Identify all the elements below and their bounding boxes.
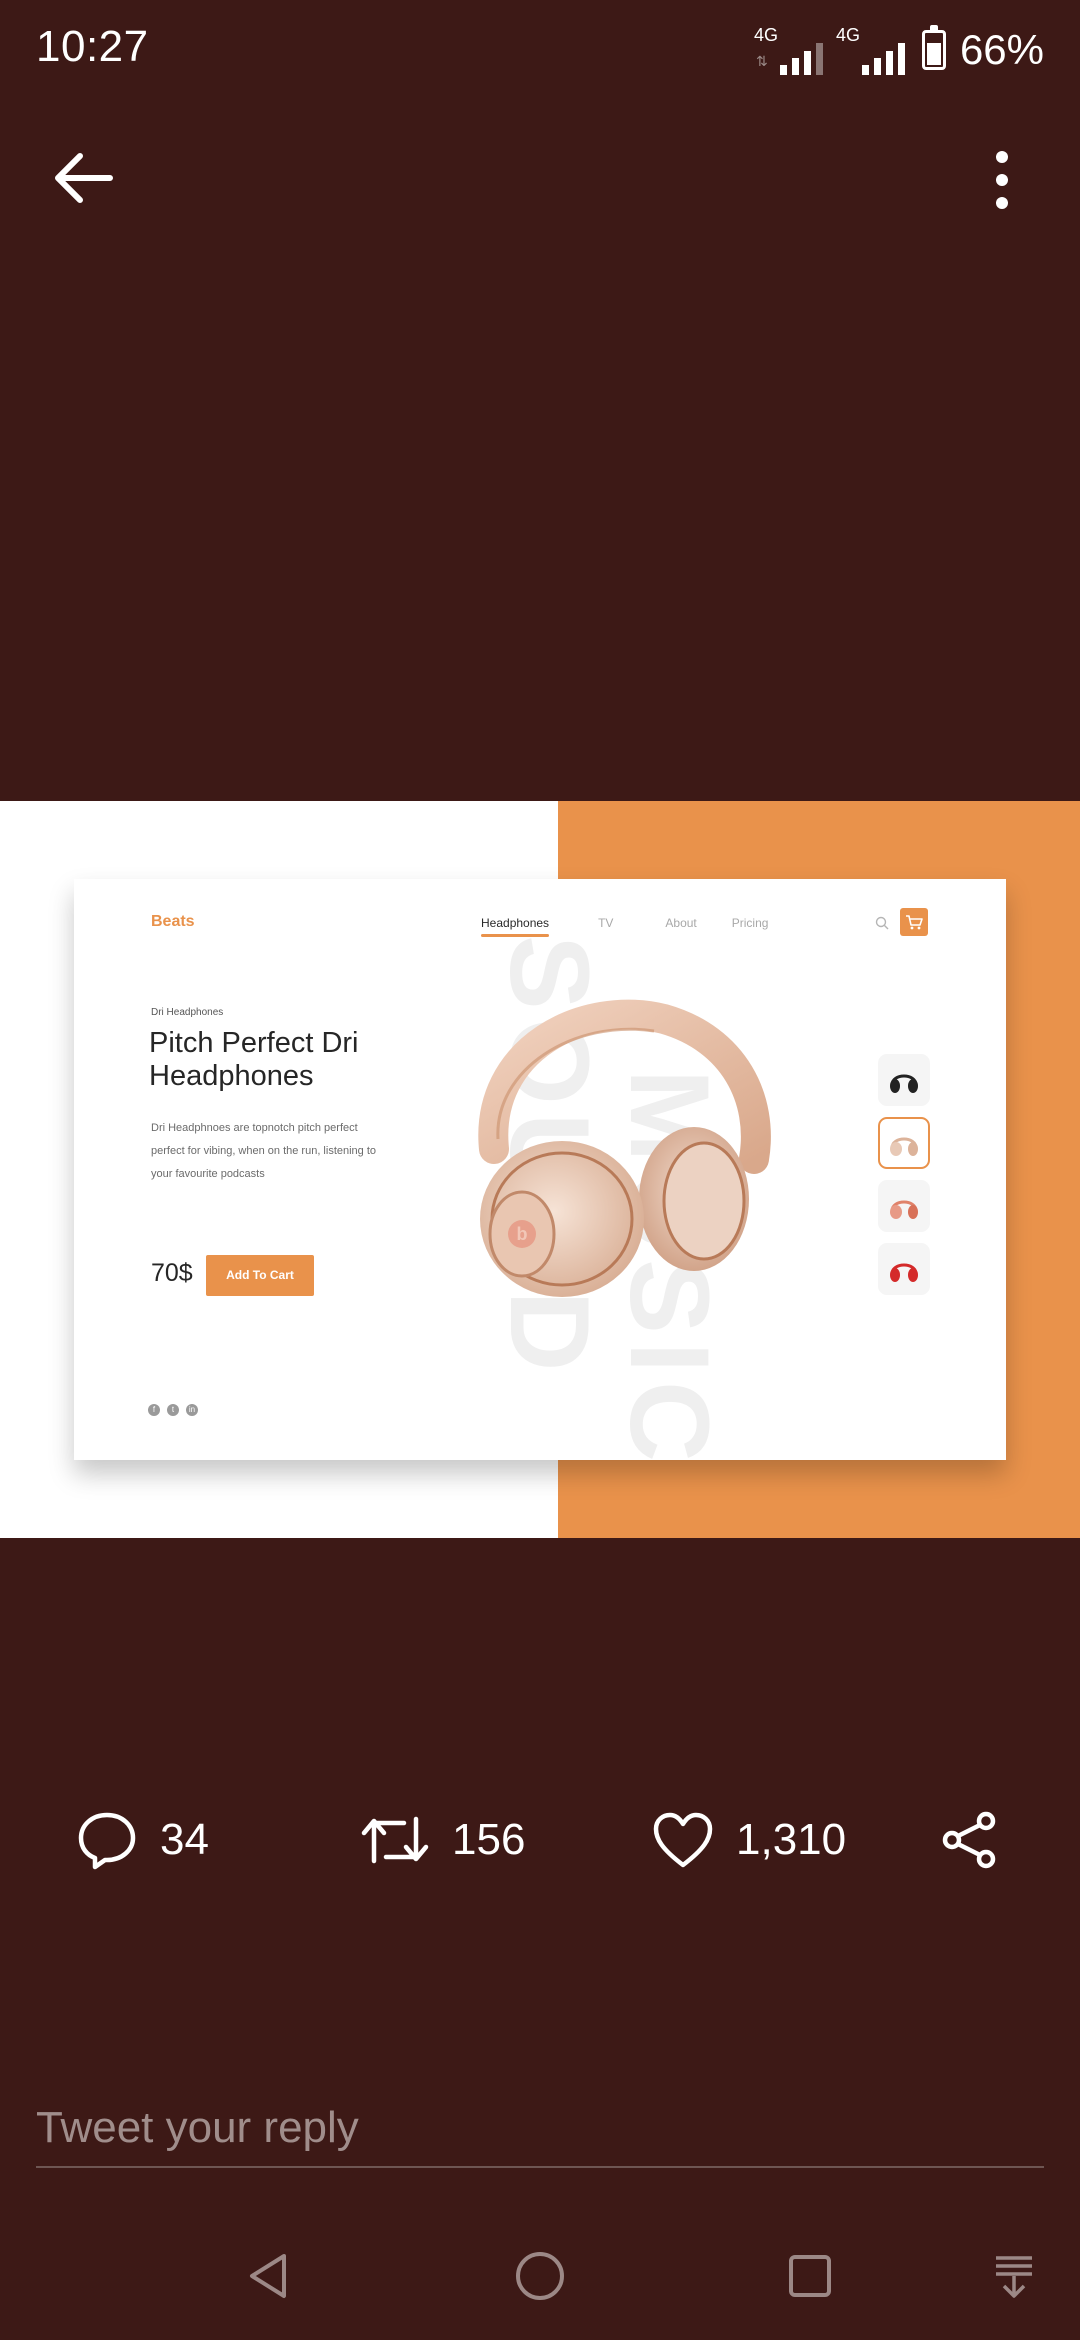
network-type-label: 4G bbox=[835, 25, 860, 45]
signal-icon: 4G bbox=[836, 25, 908, 75]
triangle-back-icon bbox=[250, 2254, 286, 2298]
thumbnail-list bbox=[878, 1054, 930, 1306]
description-line: Dri Headphnoes are topnotch pitch perfec… bbox=[151, 1122, 358, 1134]
signal-icon: 4G ⇅ bbox=[754, 25, 826, 75]
nav-back-button[interactable] bbox=[238, 2246, 298, 2306]
shot-description: Dri Headphnoes are topnotch pitch perfec… bbox=[151, 1117, 391, 1186]
more-options-button[interactable] bbox=[980, 148, 1024, 212]
share-icon bbox=[942, 1811, 996, 1869]
search-icon bbox=[875, 916, 889, 930]
retweet-button[interactable]: 156 bbox=[360, 1800, 525, 1880]
thumbnail-rose-headphones bbox=[878, 1180, 930, 1232]
facebook-icon: f bbox=[148, 1404, 160, 1416]
square-recents-icon bbox=[789, 2255, 831, 2297]
thumbnail-red-headphones bbox=[878, 1243, 930, 1295]
description-line: perfect for vibing, when on the run, lis… bbox=[151, 1145, 377, 1157]
status-icons: 4G ⇅ 4G 66% bbox=[754, 22, 1044, 78]
cart-button bbox=[900, 908, 928, 936]
linkedin-icon: in bbox=[186, 1404, 198, 1416]
shot-brand-logo: Beats bbox=[151, 913, 195, 930]
system-nav-bar bbox=[0, 2220, 1080, 2340]
comment-icon bbox=[78, 1812, 136, 1870]
nav-home-button[interactable] bbox=[510, 2246, 570, 2306]
twitter-icon: t bbox=[167, 1404, 179, 1416]
headphones-icon bbox=[890, 1137, 918, 1156]
headphones-image: b bbox=[478, 999, 771, 1297]
nav-recents-button[interactable] bbox=[780, 2246, 840, 2306]
like-button[interactable]: 1,310 bbox=[652, 1800, 846, 1880]
headphones-icon bbox=[890, 1263, 918, 1282]
network-type-label: 4G bbox=[753, 25, 778, 45]
nav-notifications-button[interactable] bbox=[984, 2246, 1044, 2306]
shot-nav-item: Pricing bbox=[731, 916, 769, 930]
battery-icon bbox=[921, 25, 946, 70]
svg-text:b: b bbox=[517, 1224, 528, 1244]
cart-icon bbox=[906, 915, 923, 930]
share-button[interactable] bbox=[940, 1800, 1000, 1880]
description-line: your favourite podcasts bbox=[151, 1168, 265, 1180]
battery-percentage: 66% bbox=[959, 26, 1044, 73]
back-button[interactable] bbox=[50, 148, 120, 208]
headline-line: Pitch Perfect Dri bbox=[149, 1027, 359, 1059]
reply-button[interactable]: 34 bbox=[76, 1800, 209, 1880]
status-time: 10:27 bbox=[36, 22, 149, 71]
headphones-icon bbox=[890, 1074, 918, 1093]
thumbnail-black-headphones bbox=[878, 1054, 930, 1106]
social-links: f t in bbox=[148, 1404, 198, 1416]
shot-card: Beats Headphones TV About Pricing SOUND … bbox=[74, 879, 1006, 1460]
shot-kicker: Dri Headphones bbox=[151, 1007, 224, 1018]
status-bar: 10:27 4G ⇅ 4G 66% bbox=[0, 0, 1080, 100]
reply-count: 34 bbox=[160, 1815, 209, 1864]
retweet-icon bbox=[361, 1816, 429, 1864]
headphones-icon bbox=[890, 1200, 918, 1219]
tweet-media-image[interactable]: Beats Headphones TV About Pricing SOUND … bbox=[0, 801, 1080, 1538]
reply-input[interactable] bbox=[36, 2090, 1044, 2168]
arrow-left-icon bbox=[55, 153, 113, 203]
more-vertical-icon bbox=[996, 151, 1008, 209]
thumbnail-gold-headphones bbox=[878, 1117, 930, 1169]
pull-down-icon bbox=[996, 2256, 1032, 2298]
data-activity-icon: ⇅ bbox=[755, 53, 768, 69]
shot-nav-item: About bbox=[665, 916, 697, 930]
retweet-count: 156 bbox=[452, 1815, 526, 1864]
add-to-cart-button: Add To Cart bbox=[206, 1255, 314, 1296]
headline-line: Headphones bbox=[149, 1060, 314, 1092]
shot-nav: Headphones TV About Pricing bbox=[481, 916, 769, 937]
tweet-actions: 34 156 1,310 bbox=[0, 1800, 1080, 1880]
shot-nav-item: Headphones bbox=[481, 916, 550, 937]
circle-home-icon bbox=[516, 2252, 564, 2300]
shot-nav-item: TV bbox=[598, 916, 614, 930]
like-count: 1,310 bbox=[736, 1815, 847, 1864]
shot-headline: Pitch Perfect Dri Headphones bbox=[149, 1027, 409, 1093]
heart-icon bbox=[653, 1812, 713, 1868]
shot-price: 70$ bbox=[151, 1259, 193, 1287]
